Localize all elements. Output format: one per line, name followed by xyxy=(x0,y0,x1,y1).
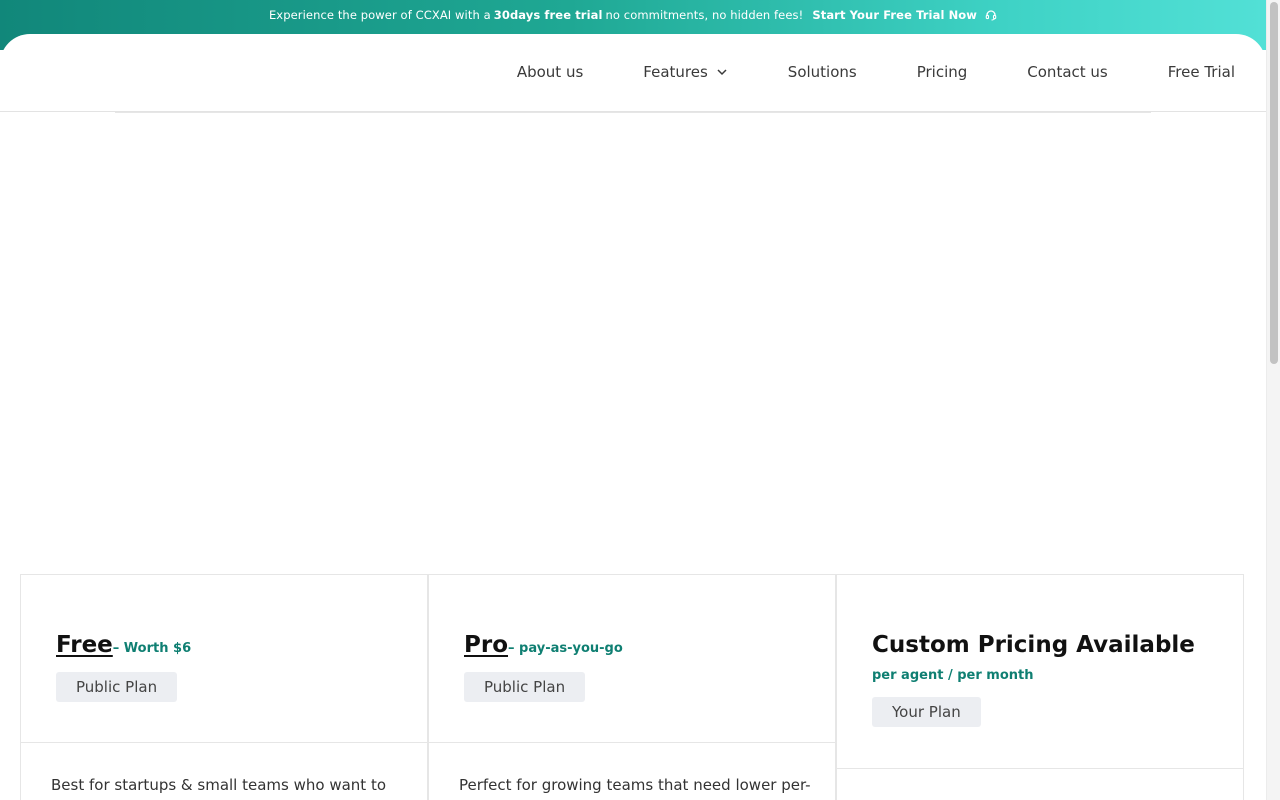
plan-name: Pro xyxy=(464,632,509,658)
plan-price-note: per agent / per month xyxy=(872,668,1034,683)
plan-suffix: – Worth $6 xyxy=(112,641,192,656)
nav-features[interactable]: Features xyxy=(643,63,728,81)
plan-card-header: Pro – pay-as-you-go Public Plan xyxy=(429,575,835,743)
plan-card-header: Free – Worth $6 Public Plan xyxy=(21,575,427,743)
nav-contact-us-label: Contact us xyxy=(1027,63,1108,81)
promo-text-row: Experience the power of CCXAI with a 30d… xyxy=(0,0,1266,30)
plan-title-line: Free – Worth $6 xyxy=(56,632,392,658)
promo-highlight: 30days free trial xyxy=(493,8,603,22)
nav-solutions-label: Solutions xyxy=(787,63,857,81)
start-free-trial-link[interactable]: Start Your Free Trial Now xyxy=(812,8,997,22)
main-nav: About us Features Solutions Pricing Cont… xyxy=(517,34,1235,110)
plan-badge: Your Plan xyxy=(872,697,981,727)
pricing-cards: Free – Worth $6 Public Plan Best for sta… xyxy=(20,574,1245,800)
plan-card-header: Custom Pricing Available per agent / per… xyxy=(837,575,1243,769)
header-divider xyxy=(115,112,1151,113)
plan-name: Custom Pricing Available xyxy=(872,632,1195,658)
nav-solutions[interactable]: Solutions xyxy=(788,63,857,81)
chevron-down-icon xyxy=(716,66,728,78)
nav-free-trial-label: Free Trial xyxy=(1167,63,1235,81)
headset-icon xyxy=(985,9,997,21)
plan-name: Free xyxy=(56,632,113,658)
plan-title-line: Pro – pay-as-you-go xyxy=(464,632,800,658)
promo-text-after: no commitments, no hidden fees! xyxy=(605,8,804,22)
promo-text-before: Experience the power of CCXAI with a xyxy=(268,8,491,22)
plan-description: Perfect for growing teams that need lowe… xyxy=(459,776,811,794)
plan-card-pro: Pro – pay-as-you-go Public Plan Perfect … xyxy=(428,574,836,800)
plan-suffix: – pay-as-you-go xyxy=(508,641,623,656)
scrollbar-thumb[interactable] xyxy=(1270,2,1278,364)
nav-pricing-label: Pricing xyxy=(916,63,968,81)
site-header: About us Features Solutions Pricing Cont… xyxy=(0,34,1266,112)
nav-features-label: Features xyxy=(643,63,708,81)
page-scrollbar[interactable] xyxy=(1266,0,1280,800)
nav-free-trial[interactable]: Free Trial xyxy=(1168,63,1235,81)
plan-badge: Public Plan xyxy=(56,672,178,702)
plan-card-free: Free – Worth $6 Public Plan Best for sta… xyxy=(20,574,428,800)
plan-card-custom: Custom Pricing Available per agent / per… xyxy=(836,574,1244,800)
start-free-trial-label: Start Your Free Trial Now xyxy=(812,8,978,22)
nav-about-us[interactable]: About us xyxy=(517,63,583,81)
plan-badge: Public Plan xyxy=(464,672,586,702)
nav-contact-us[interactable]: Contact us xyxy=(1027,63,1107,81)
nav-pricing[interactable]: Pricing xyxy=(917,63,968,81)
plan-description: Best for startups & small teams who want… xyxy=(51,776,387,794)
nav-about-us-label: About us xyxy=(516,63,584,81)
